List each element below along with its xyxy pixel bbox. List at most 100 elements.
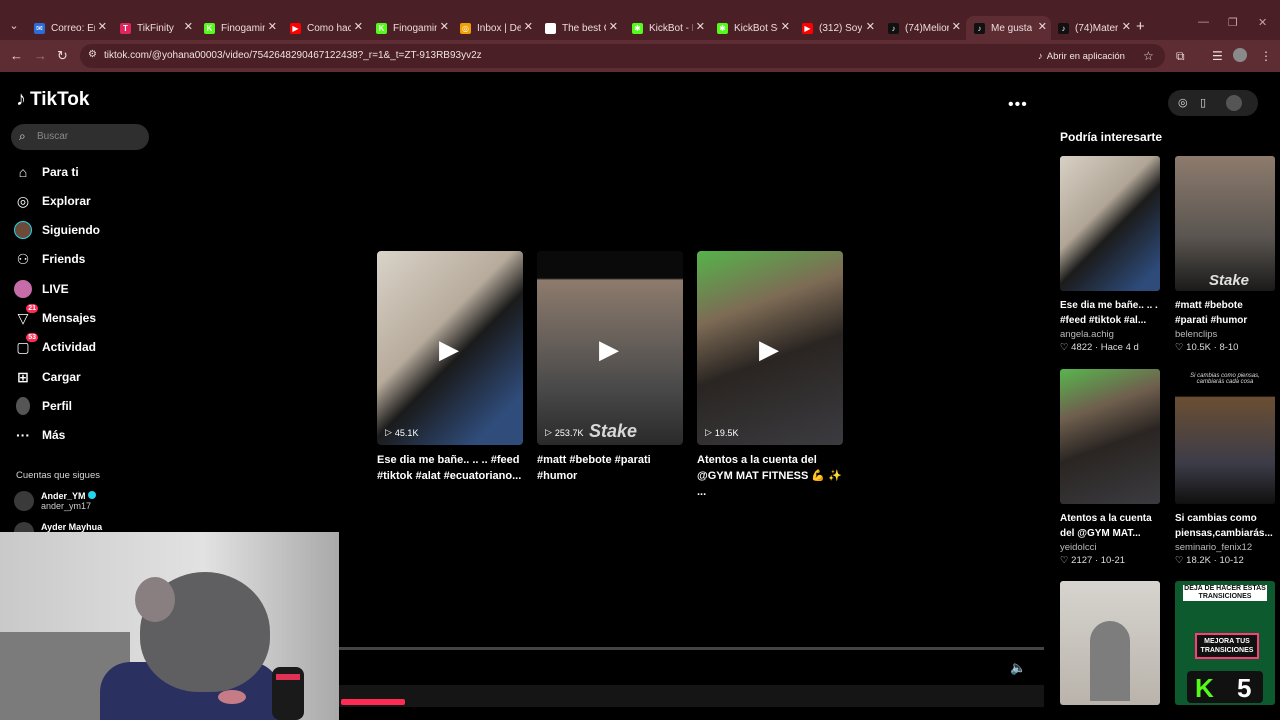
recommended-thumbnail[interactable]: Stake xyxy=(1175,156,1275,291)
tab-close-icon[interactable]: ✕ xyxy=(98,20,107,33)
tab-12[interactable]: ♪ (74)Mater ✕ xyxy=(1050,16,1135,40)
tab-close-icon[interactable]: ✕ xyxy=(696,20,705,33)
rec-thumb-partial-1[interactable] xyxy=(1060,581,1160,705)
video-thumbnail[interactable]: ▶ ▷ 45.1K xyxy=(377,251,523,445)
bookmark-star-icon[interactable]: ☆ xyxy=(1143,49,1154,63)
recommended-video-card[interactable]: Atentos a la cuenta del @GYM MAT... yeido… xyxy=(1060,369,1160,566)
nav-item-0[interactable]: ⌂ Para ti xyxy=(14,160,79,184)
verified-icon xyxy=(87,491,96,499)
tab-1[interactable]: T TikFinity ✕ xyxy=(112,16,197,40)
volume-icon[interactable]: 🔈 xyxy=(1010,660,1026,676)
nav-item-7[interactable]: ⊞ Cargar xyxy=(14,365,81,389)
recommended-thumbnail[interactable]: Si cambias como piensas, cambiarás cada … xyxy=(1175,369,1275,504)
video-card[interactable]: ▶ Stake ▷ 253.7K #matt #bebote #parati #humo… xyxy=(537,251,683,484)
recommended-thumbnail[interactable] xyxy=(1060,369,1160,504)
recommended-caption[interactable]: Ese dia me bañe.. .. . #feed #tiktok #al… xyxy=(1060,298,1160,328)
play-icon[interactable]: ▶ xyxy=(759,334,779,365)
post-date: Hace 4 d xyxy=(1100,342,1139,353)
tab-close-icon[interactable]: ✕ xyxy=(184,20,193,33)
tiktok-logo[interactable]: ♪ TikTok xyxy=(16,88,89,111)
video-caption[interactable]: #matt #bebote #parati #humor xyxy=(537,452,683,484)
tab-0[interactable]: ✉ Correo: En ✕ xyxy=(26,16,111,40)
tab-close-icon[interactable]: ✕ xyxy=(866,20,875,33)
tab-close-icon[interactable]: ✕ xyxy=(952,20,961,33)
video-thumbnail[interactable]: ▶ ▷ 19.5K xyxy=(697,251,843,445)
account-name: Ayder Mayhua xyxy=(41,522,103,532)
quote-overlay: Si cambias como piensas, cambiarás cada … xyxy=(1190,373,1260,385)
restore-icon[interactable]: ❐ xyxy=(1228,16,1238,29)
rec-thumb-partial-2[interactable]: DEJA DE HACER ESTAS TRANSICIONES MEJORA … xyxy=(1175,581,1275,705)
back-icon[interactable]: ← xyxy=(10,48,23,63)
recommended-caption[interactable]: Atentos a la cuenta del @GYM MAT... xyxy=(1060,511,1160,541)
video-caption[interactable]: Atentos a la cuenta del @GYM MAT FITNESS… xyxy=(697,452,843,500)
tab-8[interactable]: ✱ KickBot Se✕ xyxy=(709,16,794,40)
profile-avatar-icon[interactable] xyxy=(1233,48,1247,62)
following-account[interactable]: Ander_YM ander_ym17 xyxy=(14,491,96,511)
tab-4[interactable]: K Finogamin ✕ xyxy=(368,16,453,40)
tab-close-icon[interactable]: ✕ xyxy=(1038,20,1047,33)
recommended-video-card[interactable]: Stake #matt #bebote #parati #humor belencl… xyxy=(1175,156,1275,353)
forward-icon[interactable]: → xyxy=(34,48,47,63)
more-options-icon[interactable]: ••• xyxy=(1008,96,1028,114)
play-icon[interactable]: ▶ xyxy=(599,334,619,365)
video-card[interactable]: ▶ ▷ 45.1K Ese dia me bañe.. .. .. #feed #ti… xyxy=(377,251,523,484)
recommended-author[interactable]: yeidolcci xyxy=(1060,542,1160,553)
browser-menu-icon[interactable]: ⋮ xyxy=(1260,49,1272,63)
video-card[interactable]: ▶ ▷ 19.5K Atentos a la cuenta del @GYM MAT … xyxy=(697,251,843,500)
nav-item-1[interactable]: ◎ Explorar xyxy=(14,189,91,213)
tab-9[interactable]: ▶ (312) Soy ✕ xyxy=(794,16,879,40)
search-icon: ⌕ xyxy=(19,129,26,143)
tab-3[interactable]: ▶ Como hac ✕ xyxy=(282,16,367,40)
open-in-app-button[interactable]: ♪ Abrir en aplicación xyxy=(1038,48,1125,64)
tab-10[interactable]: ♪ (74)Melior ✕ xyxy=(880,16,965,40)
recommended-author[interactable]: seminario_fenix12 xyxy=(1175,542,1275,553)
compass-small-icon[interactable]: ◎ xyxy=(1178,96,1188,109)
tab-5[interactable]: ◎ Inbox | De ✕ xyxy=(452,16,537,40)
recommended-caption[interactable]: Si cambias como piensas,cambiarás... xyxy=(1175,511,1275,541)
recommended-thumbnail[interactable] xyxy=(1060,156,1160,291)
tab-close-icon[interactable]: ✕ xyxy=(354,20,363,33)
nav-item-4[interactable]: LIVE xyxy=(14,277,69,301)
media-icon[interactable]: ☰ xyxy=(1212,49,1223,63)
tab-close-icon[interactable]: ✕ xyxy=(524,20,533,33)
notification-badge: 53 xyxy=(26,333,38,342)
tab-close-icon[interactable]: ✕ xyxy=(440,20,449,33)
recommended-video-card[interactable]: Ese dia me bañe.. .. . #feed #tiktok #al… xyxy=(1060,156,1160,353)
phone-icon[interactable]: ▯ xyxy=(1200,96,1206,109)
tab-close-icon[interactable]: ✕ xyxy=(268,20,277,33)
new-tab-button[interactable]: + xyxy=(1136,18,1145,35)
tab-close-icon[interactable]: ✕ xyxy=(1122,20,1131,33)
progress-red-segment[interactable] xyxy=(341,699,405,705)
video-thumbnail[interactable]: ▶ Stake ▷ 253.7K xyxy=(537,251,683,445)
post-date: 10-21 xyxy=(1100,555,1126,566)
recommended-author[interactable]: belenclips xyxy=(1175,329,1275,340)
video-progress-line[interactable] xyxy=(339,647,1044,650)
video-caption[interactable]: Ese dia me bañe.. .. .. #feed #tiktok #a… xyxy=(377,452,523,484)
site-info-icon[interactable]: ⚙ xyxy=(88,49,97,60)
tab-6[interactable]: ● The best C✕ xyxy=(537,16,622,40)
nav-item-2[interactable]: Siguiendo xyxy=(14,218,100,242)
tab-close-icon[interactable]: ✕ xyxy=(609,20,618,33)
nav-item-9[interactable]: ··· Más xyxy=(14,423,65,447)
nav-item-6[interactable]: ▢ 53 Actividad xyxy=(14,333,96,359)
nav-item-5[interactable]: ▽ 21 Mensajes xyxy=(14,304,96,330)
minimize-icon[interactable]: — xyxy=(1198,16,1209,28)
recommended-caption[interactable]: #matt #bebote #parati #humor xyxy=(1175,298,1275,328)
tab-2[interactable]: K Finogamin ✕ xyxy=(196,16,281,40)
extensions-icon[interactable]: ⧉ xyxy=(1176,49,1185,64)
tab-close-icon[interactable]: ✕ xyxy=(781,20,790,33)
play-icon[interactable]: ▶ xyxy=(439,334,459,365)
tab-11[interactable]: ♪ Me gusta ✕ xyxy=(966,16,1051,40)
url-field[interactable]: ⚙ tiktok.com/@yohana00003/video/75426482… xyxy=(80,44,1165,68)
tab-7[interactable]: ✱ KickBot - I ✕ xyxy=(624,16,709,40)
search-input[interactable]: ⌕ Buscar xyxy=(11,124,149,150)
recommended-video-card[interactable]: Si cambias como piensas, cambiarás cada … xyxy=(1175,369,1275,566)
tab-search-icon[interactable]: ⌄ xyxy=(6,18,22,34)
user-avatar[interactable] xyxy=(1226,95,1242,111)
reload-icon[interactable]: ↻ xyxy=(57,48,68,64)
close-window-icon[interactable]: ✕ xyxy=(1258,16,1267,29)
upload-icon: ⊞ xyxy=(17,368,29,385)
nav-item-8[interactable]: Perfil xyxy=(14,394,72,418)
recommended-author[interactable]: angela.achig xyxy=(1060,329,1160,340)
nav-item-3[interactable]: ⚇ Friends xyxy=(14,247,86,271)
